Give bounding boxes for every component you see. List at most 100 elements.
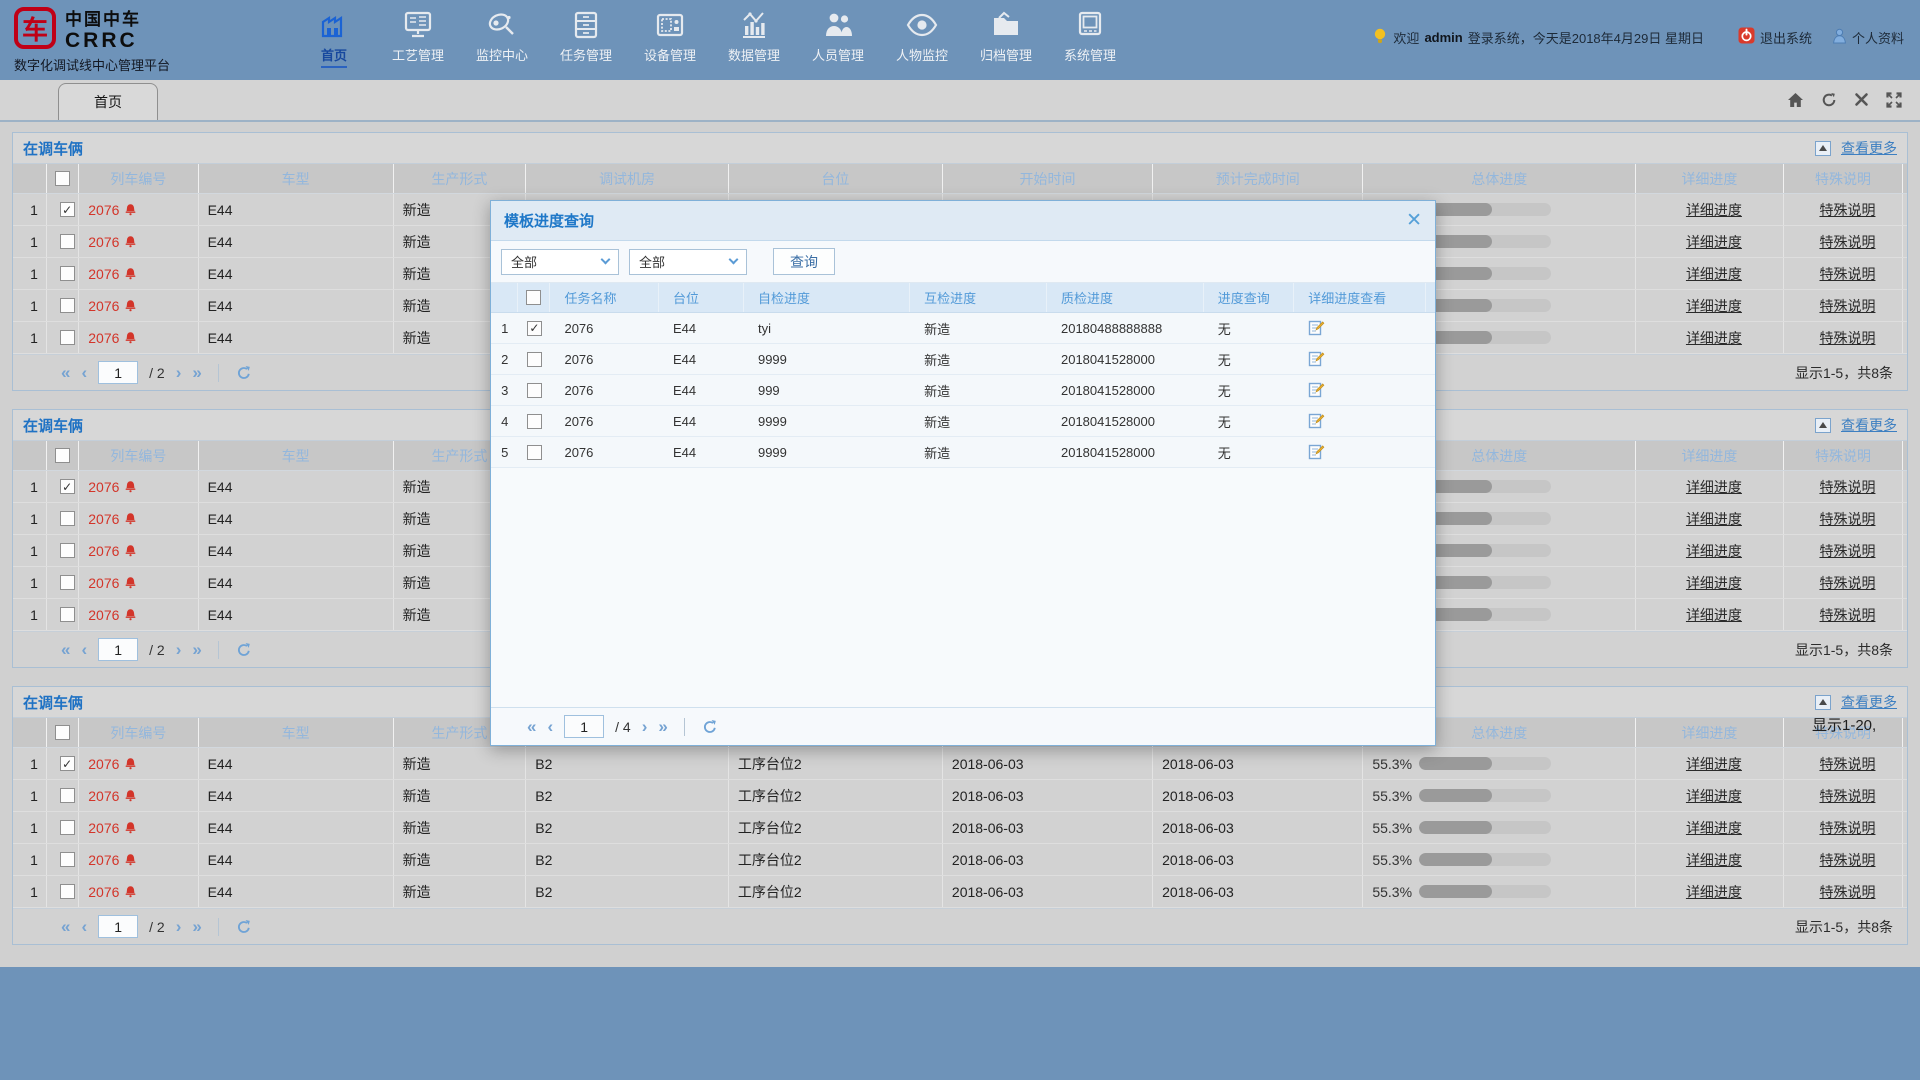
special-note-link[interactable]: 特殊说明: [1819, 477, 1875, 497]
train-number[interactable]: 2076: [88, 820, 119, 836]
detail-progress-link[interactable]: 详细进度: [1686, 850, 1742, 870]
logout-button[interactable]: 退出系统: [1738, 27, 1812, 47]
collapse-icon[interactable]: [1815, 695, 1831, 710]
detail-progress-link[interactable]: 详细进度: [1686, 882, 1742, 902]
special-note-link[interactable]: 特殊说明: [1819, 754, 1875, 774]
first-page-button[interactable]: «: [61, 364, 70, 381]
train-number[interactable]: 2076: [88, 298, 119, 314]
train-number[interactable]: 2076: [88, 884, 119, 900]
prev-page-button[interactable]: ‹: [81, 918, 87, 935]
edit-note-icon[interactable]: [1308, 413, 1325, 429]
detail-progress-link[interactable]: 详细进度: [1686, 754, 1742, 774]
special-note-link[interactable]: 特殊说明: [1819, 200, 1875, 220]
special-note-link[interactable]: 特殊说明: [1819, 541, 1875, 561]
row-checkbox[interactable]: [60, 607, 75, 622]
view-more-link[interactable]: 查看更多: [1841, 692, 1897, 712]
page-input[interactable]: 1: [564, 715, 604, 738]
reload-icon[interactable]: [235, 365, 253, 381]
detail-progress-link[interactable]: 详细进度: [1686, 328, 1742, 348]
detail-progress-link[interactable]: 详细进度: [1686, 786, 1742, 806]
train-number[interactable]: 2076: [88, 234, 119, 250]
prev-page-button[interactable]: ‹: [81, 641, 87, 658]
nav-item-folder[interactable]: 归档管理: [970, 8, 1042, 68]
detail-progress-link[interactable]: 详细进度: [1686, 818, 1742, 838]
prev-page-button[interactable]: ‹: [81, 364, 87, 381]
next-page-button[interactable]: ›: [176, 641, 182, 658]
train-number[interactable]: 2076: [88, 788, 119, 804]
special-note-link[interactable]: 特殊说明: [1819, 509, 1875, 529]
page-input[interactable]: 1: [98, 915, 138, 938]
row-checkbox[interactable]: [60, 575, 75, 590]
train-number[interactable]: 2076: [88, 543, 119, 559]
next-page-button[interactable]: ›: [176, 918, 182, 935]
train-number[interactable]: 2076: [88, 202, 119, 218]
special-note-link[interactable]: 特殊说明: [1819, 850, 1875, 870]
fullscreen-icon[interactable]: [1886, 92, 1902, 108]
special-note-link[interactable]: 特殊说明: [1819, 232, 1875, 252]
train-number[interactable]: 2076: [88, 511, 119, 527]
row-checkbox[interactable]: [60, 788, 75, 803]
last-page-button[interactable]: »: [192, 918, 201, 935]
page-input[interactable]: 1: [98, 361, 138, 384]
next-page-button[interactable]: ›: [642, 718, 648, 735]
row-checkbox[interactable]: [527, 321, 542, 336]
row-checkbox[interactable]: [527, 383, 542, 398]
row-checkbox[interactable]: [60, 330, 75, 345]
row-checkbox[interactable]: [60, 298, 75, 313]
detail-progress-link[interactable]: 详细进度: [1686, 541, 1742, 561]
edit-note-icon[interactable]: [1308, 382, 1325, 398]
special-note-link[interactable]: 特殊说明: [1819, 786, 1875, 806]
page-input[interactable]: 1: [98, 638, 138, 661]
train-number[interactable]: 2076: [88, 330, 119, 346]
special-note-link[interactable]: 特殊说明: [1819, 264, 1875, 284]
select-all-checkbox[interactable]: [55, 171, 70, 186]
collapse-icon[interactable]: [1815, 418, 1831, 433]
detail-progress-link[interactable]: 详细进度: [1686, 200, 1742, 220]
nav-item-system[interactable]: 系统管理: [1054, 8, 1126, 68]
next-page-button[interactable]: ›: [176, 364, 182, 381]
nav-item-factory[interactable]: 首页: [298, 8, 370, 68]
query-button[interactable]: 查询: [773, 248, 835, 275]
row-checkbox[interactable]: [60, 852, 75, 867]
last-page-button[interactable]: »: [658, 718, 667, 735]
edit-note-icon[interactable]: [1308, 351, 1325, 367]
first-page-button[interactable]: «: [61, 918, 70, 935]
home-icon[interactable]: [1787, 92, 1804, 108]
filter-select-1[interactable]: 全部: [501, 249, 619, 275]
nav-item-people[interactable]: 人员管理: [802, 8, 874, 68]
nav-item-device[interactable]: 设备管理: [634, 8, 706, 68]
tab-home[interactable]: 首页: [58, 83, 158, 120]
reload-icon[interactable]: [701, 719, 719, 735]
row-checkbox[interactable]: [527, 414, 542, 429]
profile-button[interactable]: 个人资料: [1832, 28, 1904, 47]
train-number[interactable]: 2076: [88, 266, 119, 282]
train-number[interactable]: 2076: [88, 575, 119, 591]
reload-icon[interactable]: [235, 919, 253, 935]
row-checkbox[interactable]: [60, 479, 75, 494]
refresh-icon[interactable]: [1821, 92, 1837, 108]
view-more-link[interactable]: 查看更多: [1841, 138, 1897, 158]
row-checkbox[interactable]: [60, 202, 75, 217]
special-note-link[interactable]: 特殊说明: [1819, 882, 1875, 902]
dialog-close-icon[interactable]: ✕: [1406, 211, 1422, 230]
detail-progress-link[interactable]: 详细进度: [1686, 232, 1742, 252]
row-checkbox[interactable]: [60, 511, 75, 526]
select-all-checkbox[interactable]: [55, 448, 70, 463]
detail-progress-link[interactable]: 详细进度: [1686, 605, 1742, 625]
nav-item-chart[interactable]: 数据管理: [718, 8, 790, 68]
row-checkbox[interactable]: [60, 884, 75, 899]
edit-note-icon[interactable]: [1308, 320, 1325, 336]
row-checkbox[interactable]: [527, 352, 542, 367]
train-number[interactable]: 2076: [88, 479, 119, 495]
first-page-button[interactable]: «: [61, 641, 70, 658]
nav-item-monitor[interactable]: 工艺管理: [382, 8, 454, 68]
row-checkbox[interactable]: [60, 820, 75, 835]
view-more-link[interactable]: 查看更多: [1841, 415, 1897, 435]
collapse-icon[interactable]: [1815, 141, 1831, 156]
special-note-link[interactable]: 特殊说明: [1819, 328, 1875, 348]
select-all-checkbox[interactable]: [55, 725, 70, 740]
row-checkbox[interactable]: [60, 756, 75, 771]
train-number[interactable]: 2076: [88, 607, 119, 623]
detail-progress-link[interactable]: 详细进度: [1686, 264, 1742, 284]
special-note-link[interactable]: 特殊说明: [1819, 605, 1875, 625]
